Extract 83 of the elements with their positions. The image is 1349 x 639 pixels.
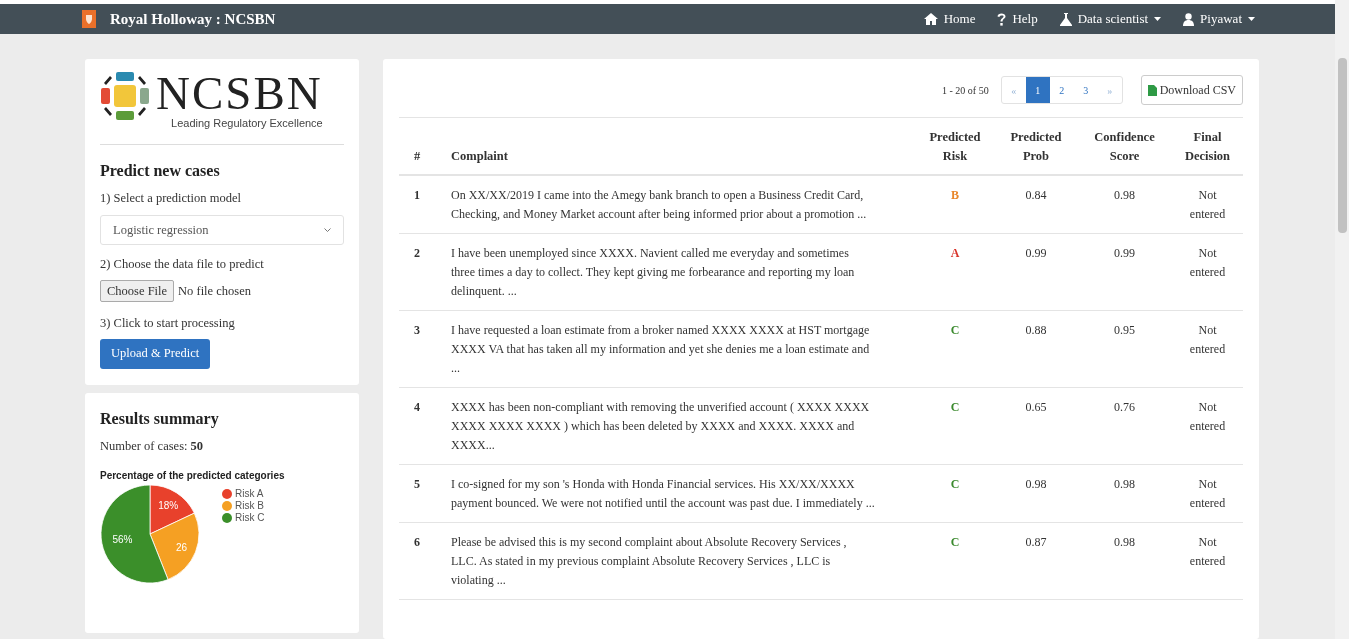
section-heading: Predict new cases — [100, 160, 221, 181]
slice-label: 26 — [176, 541, 188, 552]
logo-icon — [100, 71, 150, 121]
complaint-text: Please be advised this is my second complaint about Absolute Recovery Services , LLC. As stated in my previous complaint Absolute Recovery Services , LLC is violating ... — [435, 522, 915, 600]
row-number: 3 — [399, 310, 435, 388]
model-select[interactable]: Logistic regression — [100, 215, 344, 246]
decision-status: Not entered — [1172, 522, 1243, 600]
risk-grade: A — [915, 233, 995, 311]
column-header: Final Decision — [1172, 118, 1243, 175]
row-number: 2 — [399, 233, 435, 311]
page-link[interactable]: 2 — [1049, 77, 1074, 103]
download-csv-button[interactable]: Download CSV — [1140, 75, 1243, 105]
slice-label: 18% — [158, 499, 179, 511]
choose-file-button[interactable]: Choose File — [100, 280, 175, 302]
page-range: 1 - 20 of 50 — [942, 83, 989, 98]
page-link[interactable]: 3 — [1073, 77, 1098, 103]
complaint-text: I have requested a loan estimate from a broker named XXXX XXXX at HST mortgage XXXX VA that has taken all my information and yet she denies me a loan estimate and ... — [435, 310, 915, 388]
scrollbar[interactable] — [1335, 0, 1349, 639]
decision-status: Not entered — [1172, 387, 1243, 465]
chevron-icon — [324, 227, 331, 233]
risk-grade: C — [915, 387, 995, 465]
section-heading: Results summary — [100, 408, 220, 430]
brand-title[interactable]: Royal Holloway : NCSBN — [110, 7, 276, 31]
upload-predict-button[interactable]: Upload & Predict — [100, 338, 211, 369]
caret-icon — [1154, 17, 1162, 22]
scrollbar-thumb[interactable] — [1337, 58, 1347, 233]
chart-title: Percentage of the predicted categories — [100, 468, 286, 483]
risk-grade: C — [915, 464, 995, 523]
complaint-text: I co-signed for my son 's Honda with Honda Financial services. His XX/XX/XXXX payment bounced. We were not notified until the account was past due. I immediately ... — [435, 464, 915, 523]
risk-grade: C — [915, 522, 995, 600]
row-number: 6 — [399, 522, 435, 600]
confidence-value: 0.98 — [1077, 175, 1172, 234]
column-header: Complaint — [435, 118, 915, 175]
file-status: No file chosen — [178, 282, 251, 300]
nav-link[interactable]: Home — [923, 9, 976, 29]
home-icon — [923, 13, 938, 26]
confidence-value: 0.95 — [1077, 310, 1172, 388]
caret-icon — [1248, 17, 1255, 22]
risk-grade: B — [915, 175, 995, 234]
risk-grade: C — [915, 310, 995, 388]
row-number: 5 — [399, 464, 435, 523]
step-label: 1) Select a prediction model — [100, 189, 242, 207]
step-label: 2) Choose the data file to predict — [100, 256, 265, 274]
user-icon — [1183, 12, 1195, 26]
decision-status: Not entered — [1172, 175, 1243, 234]
complaint-text: I have been unemployed since XXXX. Navient called me everyday and sometimes three times a day to collect. They kept giving me forbearance and reporting my loan delinquent. ... — [435, 233, 915, 311]
nav-link[interactable]: Data scientist — [1059, 9, 1162, 29]
column-header: # — [399, 118, 435, 175]
confidence-value: 0.98 — [1077, 522, 1172, 600]
decision-status: Not entered — [1172, 310, 1243, 388]
logo-wordmark: NCSBN — [156, 71, 323, 115]
legend-label: Risk A — [235, 487, 264, 500]
slice-label: 56% — [112, 533, 133, 545]
row-number: 4 — [399, 387, 435, 465]
row-number: 1 — [399, 175, 435, 234]
page-link[interactable]: 1 — [1025, 77, 1050, 103]
nav-link[interactable]: Help — [997, 9, 1038, 29]
spreadsheet-icon — [1147, 84, 1157, 96]
column-header: Predicted Risk — [915, 118, 995, 175]
probability-value: 0.65 — [995, 387, 1077, 465]
case-count: Number of cases: 50 — [100, 437, 205, 455]
probability-value: 0.87 — [995, 522, 1077, 600]
question-icon — [997, 12, 1007, 26]
probability-value: 0.99 — [995, 233, 1077, 311]
probability-value: 0.84 — [995, 175, 1077, 234]
column-header: Predicted Prob — [995, 118, 1077, 175]
nav-link[interactable]: Piyawat — [1183, 9, 1255, 29]
legend-label: Risk B — [235, 499, 264, 512]
column-header: Confidence Score — [1077, 118, 1172, 175]
complaint-text: XXXX has been non-compliant with removing the unverified account ( XXXX XXXX XXXX XXXX XXXX ) which has been deleted by XXXX and XXXX. XXXX and XXXX... — [435, 387, 915, 465]
confidence-value: 0.76 — [1077, 387, 1172, 465]
probability-value: 0.98 — [995, 464, 1077, 523]
confidence-value: 0.98 — [1077, 464, 1172, 523]
legend-label: Risk C — [235, 511, 265, 524]
decision-status: Not entered — [1172, 233, 1243, 311]
complaint-text: On XX/XX/2019 I came into the Amegy bank branch to open a Business Credit Card, Checking, and Money Market account after being informed prior about a promotion ... — [435, 175, 915, 234]
confidence-value: 0.99 — [1077, 233, 1172, 311]
flask-icon — [1059, 12, 1072, 26]
probability-value: 0.88 — [995, 310, 1077, 388]
step-label: 3) Click to start processing — [100, 315, 236, 332]
crest-icon — [82, 10, 96, 29]
decision-status: Not entered — [1172, 464, 1243, 523]
logo-tagline: Leading Regulatory Excellence — [171, 116, 323, 131]
